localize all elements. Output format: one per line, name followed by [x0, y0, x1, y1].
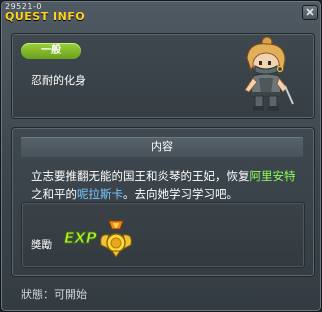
svg-text:EXP: EXP [64, 229, 97, 247]
close-icon [306, 8, 314, 16]
quest-description: 立志要推翻无能的国王和炎琴的王妃，恢复阿里安特之和平的呢拉斯卡。去向她学习学习吧… [31, 167, 303, 203]
quest-info-window: 29521-0 QUEST INFO 一般 忍耐的化身 内容 立志要推翻无能的国… [0, 0, 322, 312]
location-link: 阿里安特 [249, 169, 296, 183]
quest-status: 狀態：可開始 [21, 288, 87, 301]
reward-label: 獎勵 [31, 239, 52, 251]
window-title: QUEST INFO [5, 10, 86, 23]
ninja-npc-sprite [244, 36, 294, 111]
description-text-1: 立志要推翻无能的国王和炎琴的王妃，恢复 [31, 169, 250, 183]
quest-name: 忍耐的化身 [31, 74, 86, 87]
medal-icon [100, 220, 132, 258]
content-header: 内容 [21, 137, 303, 157]
npc-link: 呢拉斯卡 [77, 187, 123, 201]
description-text-3: 。去向她学习学习吧。 [123, 187, 238, 201]
quest-category-badge: 一般 [21, 43, 81, 59]
close-button[interactable] [302, 5, 318, 20]
description-text-2: 之和平的 [31, 187, 77, 201]
exp-icon: EXP [64, 229, 98, 248]
